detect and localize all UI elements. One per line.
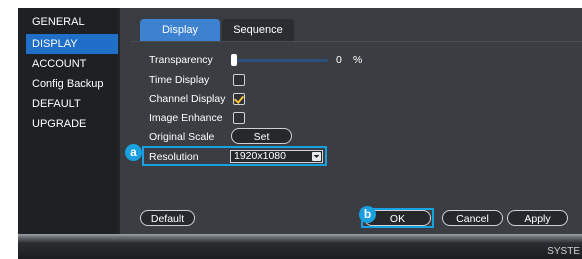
tab-sequence[interactable]: Sequence [222,19,294,41]
chevron-down-icon [312,152,321,161]
sidebar-item-config-backup[interactable]: Config Backup [26,74,118,94]
transparency-value: 0 [336,54,342,66]
image-enhance-label: Image Enhance [149,112,223,124]
resolution-label: Resolution [149,151,199,163]
sidebar-item-upgrade[interactable]: UPGRADE [26,114,118,134]
sidebar: GENERAL DISPLAY ACCOUNT Config Backup DE… [18,8,118,234]
image-enhance-checkbox[interactable] [233,112,245,124]
sidebar-item-display[interactable]: DISPLAY [26,34,118,54]
channel-display-label: Channel Display [149,93,226,105]
bottom-status-bar: SYSTE [18,234,582,259]
content-area: Display Sequence Transparency 0 % Time D… [120,8,582,235]
time-display-label: Time Display [149,74,210,86]
resolution-select-value: 1920x1080 [234,150,286,162]
channel-display-checkbox[interactable] [233,93,245,105]
apply-button[interactable]: Apply [507,210,568,226]
settings-panel: Transparency 0 % Time Display Channel Di… [131,41,582,235]
sidebar-item-account[interactable]: ACCOUNT [26,54,118,74]
sidebar-item-default[interactable]: DEFAULT [26,94,118,114]
transparency-unit: % [353,54,363,66]
original-scale-set-button[interactable]: Set [231,128,292,144]
resolution-select[interactable]: 1920x1080 [230,150,323,163]
transparency-slider-handle[interactable] [231,54,237,66]
default-button[interactable]: Default [140,210,195,226]
sidebar-item-general[interactable]: GENERAL [26,12,118,32]
callout-badge-b: b [359,206,376,223]
status-text: SYSTE [547,246,580,257]
time-display-checkbox[interactable] [233,74,245,86]
transparency-slider-track[interactable] [231,59,328,62]
cancel-button[interactable]: Cancel [442,210,503,226]
transparency-label: Transparency [149,54,213,66]
tab-display[interactable]: Display [140,19,220,41]
original-scale-label: Original Scale [149,131,215,143]
callout-badge-a: a [125,144,142,161]
screen: GENERAL DISPLAY ACCOUNT Config Backup DE… [18,8,582,259]
